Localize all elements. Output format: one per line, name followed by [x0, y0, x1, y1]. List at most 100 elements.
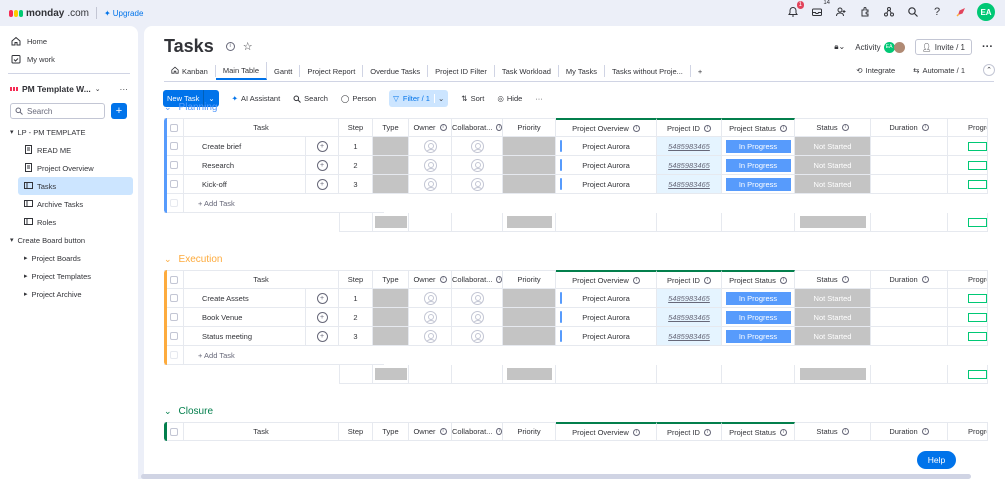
apps-icon[interactable] [857, 4, 873, 20]
duration-cell[interactable] [871, 327, 948, 346]
integrations-icon[interactable] [881, 4, 897, 20]
select-all-checkbox[interactable] [164, 422, 184, 441]
rocket-icon[interactable] [953, 4, 969, 20]
status-badge[interactable]: Not Started [795, 289, 870, 307]
priority-cell[interactable] [503, 137, 556, 156]
sidebar-item-project-overview[interactable]: Project Overview [18, 159, 133, 177]
more-options-icon[interactable]: ··· [982, 41, 993, 53]
tab-main-table[interactable]: Main Table [215, 62, 267, 80]
monday-logo[interactable]: monday .com [9, 8, 89, 19]
status-cell[interactable]: Not Started [795, 327, 871, 346]
info-icon[interactable]: i [439, 124, 447, 131]
owner-cell[interactable] [409, 289, 452, 308]
group-header[interactable]: ⌄ Planning [164, 99, 1005, 115]
updates-cell[interactable]: + [306, 327, 339, 346]
tab-overdue-tasks[interactable]: Overdue Tasks [363, 65, 429, 77]
info-icon[interactable]: i [779, 124, 787, 132]
info-icon[interactable]: i [841, 124, 849, 131]
collaborators-cell[interactable] [452, 327, 503, 346]
status-badge[interactable]: In Progress [724, 328, 792, 344]
tab-kanban[interactable]: Kanban [164, 65, 216, 77]
column-header-progre[interactable]: Progre [948, 422, 988, 441]
collaborators-cell[interactable] [452, 289, 503, 308]
status-badge[interactable]: Not Started [795, 308, 870, 326]
checkbox-icon[interactable] [169, 275, 178, 284]
duration-cell[interactable] [871, 175, 948, 194]
collaborators-cell[interactable] [452, 175, 503, 194]
column-header-duration[interactable]: Duration i [871, 118, 948, 137]
column-header-collaborat[interactable]: Collaborat... i [452, 422, 503, 441]
project-overview-link[interactable]: Project Aurora [556, 175, 656, 193]
lock-icon[interactable]: 🔒︎⌄ [834, 42, 845, 52]
status-badge[interactable]: In Progress [724, 138, 792, 154]
column-header-project-status[interactable]: Project Status i [722, 118, 795, 137]
column-header-priority[interactable]: Priority [503, 270, 556, 289]
checkbox-icon[interactable] [169, 142, 178, 150]
checkbox-icon[interactable] [169, 180, 178, 188]
column-header-status[interactable]: Status i [795, 270, 871, 289]
priority-cell[interactable] [503, 289, 556, 308]
help-button[interactable]: Help [917, 451, 956, 469]
owner-cell[interactable] [409, 308, 452, 327]
add-update-icon[interactable]: + [316, 292, 328, 304]
step-cell[interactable]: 2 [339, 308, 373, 327]
project-overview-cell[interactable]: Project Aurora [556, 308, 657, 327]
project-status-cell[interactable]: In Progress [722, 156, 795, 175]
project-overview-cell[interactable]: Project Aurora [556, 175, 657, 194]
star-icon[interactable]: ☆ [243, 40, 253, 53]
sidebar-item-lp-pm-template[interactable]: ▾ LP - PM TEMPLATE [6, 123, 132, 141]
column-header-task[interactable]: Task [184, 270, 339, 289]
add-task-button[interactable]: + Add Task [184, 194, 384, 213]
project-id-cell[interactable]: 5485983465 [657, 137, 722, 156]
column-header-owner[interactable]: Owner i [409, 270, 452, 289]
project-overview-link[interactable]: Project Aurora [556, 289, 656, 307]
duration-cell[interactable] [871, 289, 948, 308]
checkbox-icon[interactable] [169, 161, 178, 169]
column-header-task[interactable]: Task [184, 118, 339, 137]
column-header-progre[interactable]: Progre [948, 118, 988, 137]
status-badge[interactable]: Not Started [795, 175, 870, 193]
add-update-icon[interactable]: + [316, 330, 328, 342]
status-cell[interactable]: Not Started [795, 156, 871, 175]
tab-tasks-without-proje[interactable]: Tasks without Proje... [605, 65, 691, 77]
upgrade-link[interactable]: ✦ Upgrade [104, 9, 143, 18]
row-checkbox[interactable] [164, 346, 184, 365]
row-checkbox[interactable] [164, 156, 184, 175]
status-cell[interactable]: Not Started [795, 175, 871, 194]
add-task-button[interactable]: + Add Task [184, 346, 384, 365]
step-cell[interactable]: 2 [339, 156, 373, 175]
sidebar-item-project-boards[interactable]: ▸ Project Boards [18, 249, 133, 267]
info-icon[interactable]: i [439, 276, 447, 283]
owner-cell[interactable] [409, 137, 452, 156]
checkbox-icon[interactable] [169, 332, 178, 340]
column-header-priority[interactable]: Priority [503, 422, 556, 441]
more-options-icon[interactable]: ··· [120, 84, 129, 94]
info-icon[interactable]: i [921, 428, 929, 435]
sidebar-search-input[interactable]: Search [10, 103, 105, 119]
bell-icon[interactable]: 1 [785, 1, 804, 20]
info-icon[interactable]: i [921, 276, 929, 283]
project-id-cell[interactable]: 5485983465 [657, 289, 722, 308]
row-checkbox[interactable] [164, 175, 184, 194]
column-header-owner[interactable]: Owner i [409, 422, 452, 441]
updates-cell[interactable]: + [306, 308, 339, 327]
status-badge[interactable]: In Progress [724, 290, 792, 306]
chevron-down-icon[interactable]: ⌄ [164, 254, 172, 265]
invite-members-icon[interactable] [833, 4, 849, 20]
add-update-icon[interactable]: + [316, 178, 328, 190]
step-cell[interactable]: 3 [339, 327, 373, 346]
status-cell[interactable]: Not Started [795, 289, 871, 308]
collaborators-cell[interactable] [452, 308, 503, 327]
user-avatar[interactable]: EA [977, 3, 995, 21]
type-cell[interactable] [373, 289, 409, 308]
task-name-cell[interactable]: Book Venue [184, 308, 306, 327]
column-header-duration[interactable]: Duration i [871, 270, 948, 289]
sidebar-item-project-archive[interactable]: ▸ Project Archive [18, 285, 133, 303]
add-update-icon[interactable]: + [316, 311, 328, 323]
column-header-project-id[interactable]: Project ID i [657, 118, 722, 137]
checkbox-icon[interactable] [169, 313, 178, 321]
chevron-down-icon[interactable]: ⌄ [164, 406, 172, 417]
info-icon[interactable]: i [439, 428, 447, 435]
updates-cell[interactable]: + [306, 289, 339, 308]
project-id-cell[interactable]: 5485983465 [657, 175, 722, 194]
